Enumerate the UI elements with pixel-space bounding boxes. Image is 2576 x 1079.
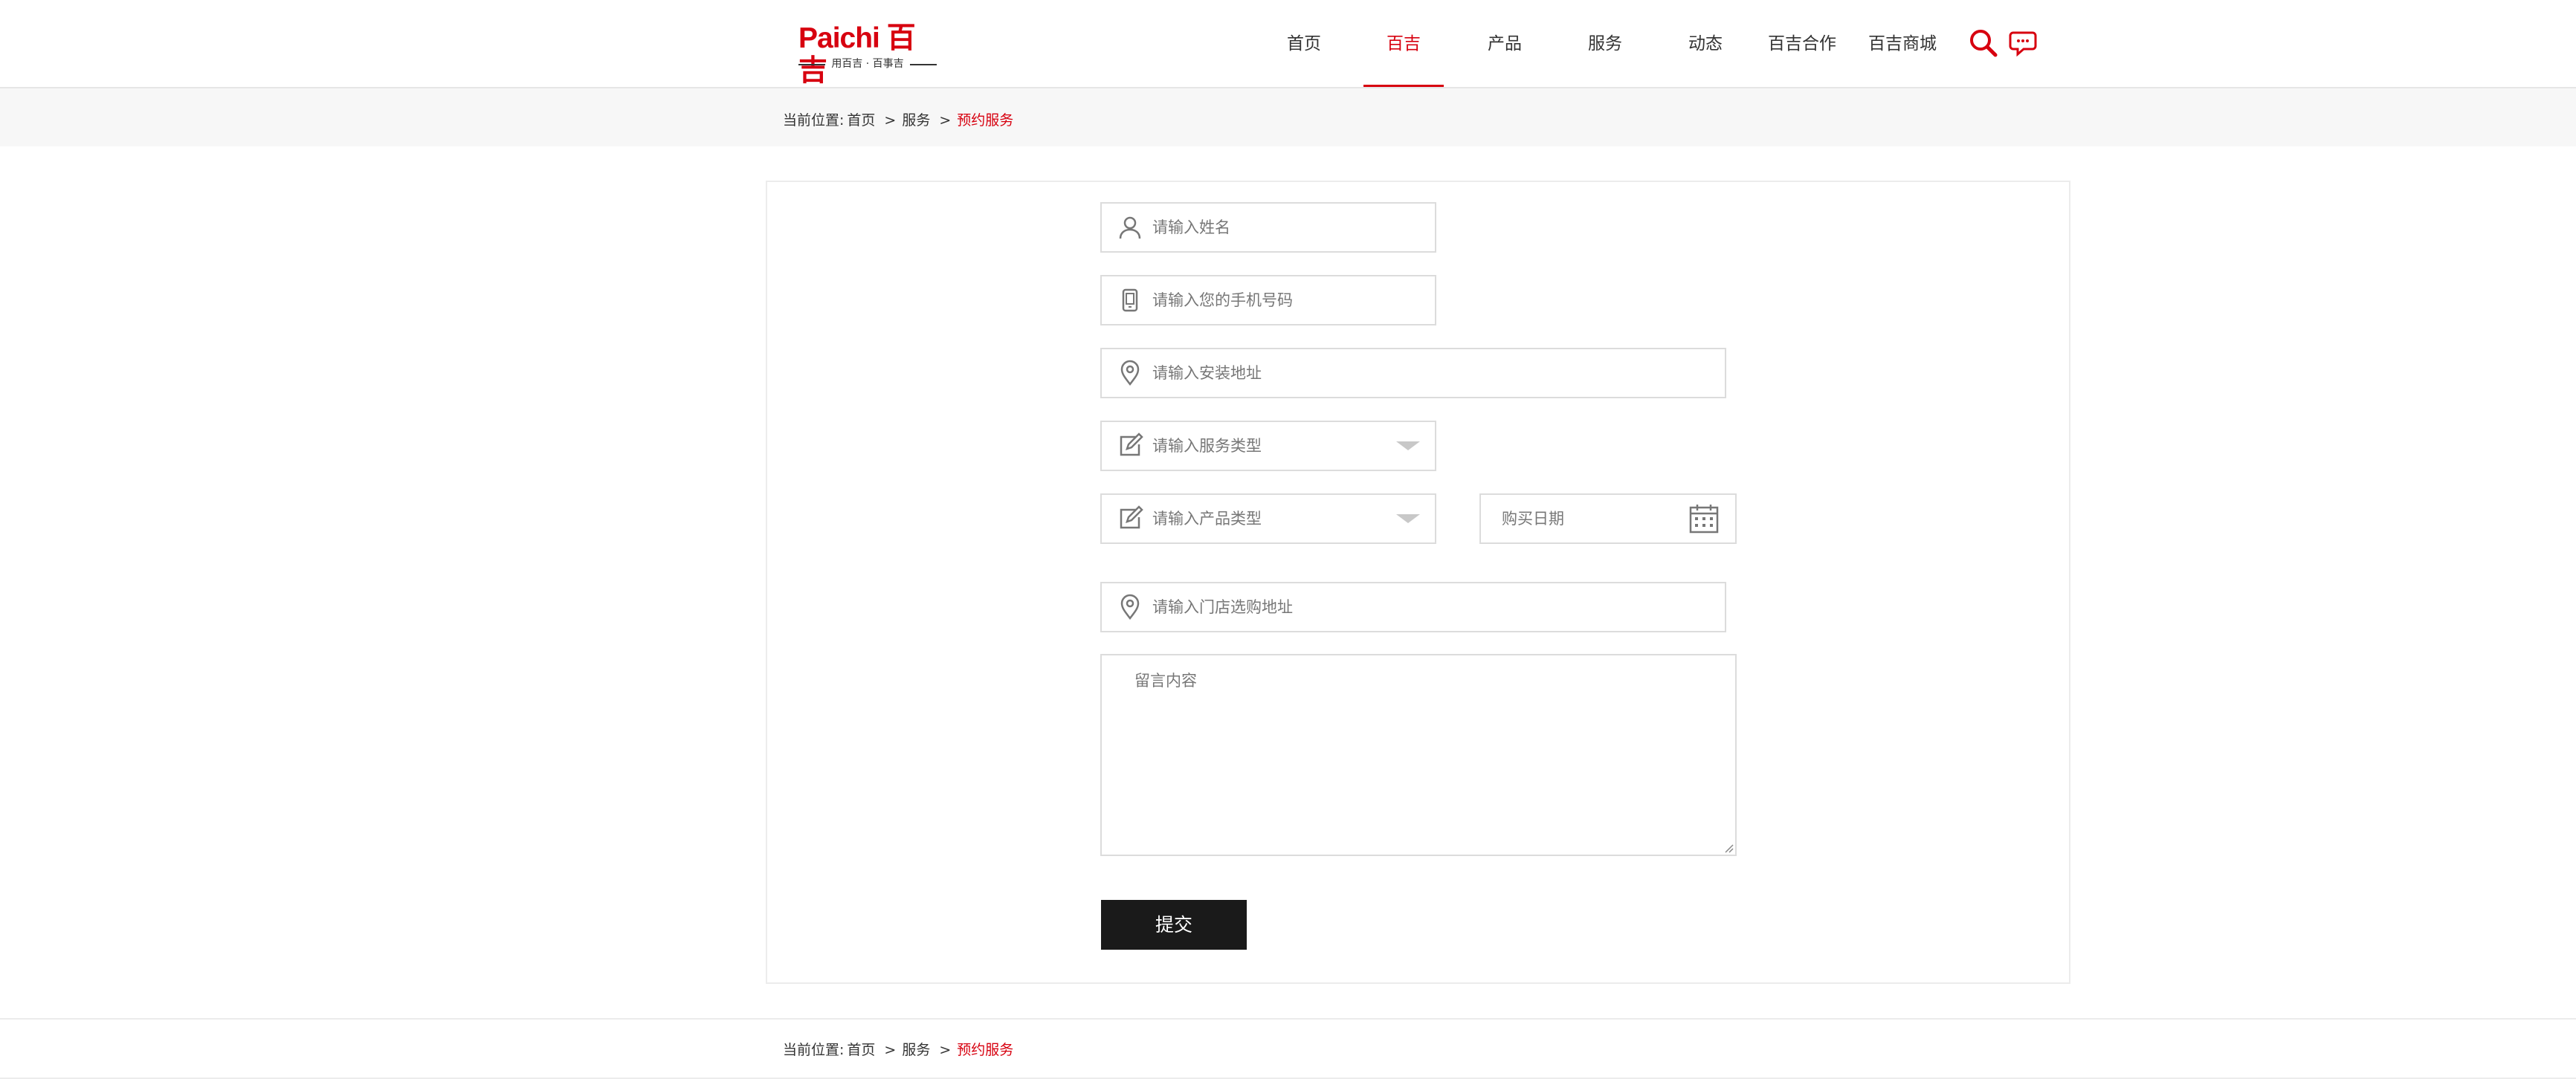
purchase-date-field[interactable]: 购买日期 (1479, 493, 1737, 544)
breadcrumb: 当前位置: 首页 > 服务 > 预约服务 (783, 1039, 1016, 1059)
location-pin-icon (1120, 360, 1140, 386)
phone-field[interactable]: 请输入您的手机号码 (1100, 275, 1436, 325)
message-placeholder: 留言内容 (1134, 672, 1197, 690)
phone-placeholder: 请输入您的手机号码 (1152, 291, 1293, 309)
resize-grip-icon[interactable] (1723, 843, 1734, 853)
service-type-select[interactable]: 请输入服务类型 (1100, 421, 1436, 471)
breadcrumb-current: 预约服务 (957, 112, 1014, 129)
install-address-field[interactable]: 请输入安装地址 (1100, 348, 1726, 398)
store-address-placeholder: 请输入门店选购地址 (1152, 598, 1293, 616)
breadcrumb-prefix: 当前位置: (783, 1042, 845, 1058)
search-icon[interactable] (1967, 27, 2000, 59)
logo-brand: Paichi 百吉 (798, 22, 916, 87)
location-pin-icon (1120, 594, 1140, 620)
breadcrumb-separator: > (939, 1042, 952, 1058)
chevron-down-icon (1396, 514, 1420, 523)
nav-item-news[interactable]: 动态 (1665, 0, 1746, 87)
install-address-placeholder: 请输入安装地址 (1152, 364, 1262, 382)
breadcrumb-current: 预约服务 (957, 1042, 1014, 1058)
nav-item-products[interactable]: 产品 (1465, 0, 1545, 87)
breadcrumb-separator: > (884, 112, 897, 129)
name-placeholder: 请输入姓名 (1152, 218, 1230, 236)
breadcrumb-separator: > (939, 112, 952, 129)
logo[interactable]: Paichi 百吉 用百吉 · 百事吉 (798, 22, 940, 87)
edit-icon (1120, 505, 1143, 529)
product-type-placeholder: 请输入产品类型 (1152, 510, 1262, 528)
nav-item-cooperation[interactable]: 百吉合作 (1762, 0, 1842, 87)
breadcrumb-bar: 当前位置: 首页 > 服务 > 预约服务 (0, 88, 2576, 146)
breadcrumb-home[interactable]: 首页 (847, 1042, 875, 1058)
chat-icon[interactable] (2009, 27, 2041, 59)
user-icon (1119, 216, 1141, 239)
mobile-phone-icon (1122, 288, 1138, 312)
breadcrumb-home[interactable]: 首页 (847, 112, 875, 129)
footer-breadcrumb-bar: 当前位置: 首页 > 服务 > 预约服务 (0, 1018, 2576, 1079)
breadcrumb-service[interactable]: 服务 (902, 1042, 930, 1058)
product-type-select[interactable]: 请输入产品类型 (1100, 493, 1436, 544)
purchase-date-placeholder: 购买日期 (1502, 510, 1564, 528)
store-address-field[interactable]: 请输入门店选购地址 (1100, 582, 1726, 632)
nav-item-mall[interactable]: 百吉商城 (1862, 0, 1943, 87)
service-type-placeholder: 请输入服务类型 (1152, 437, 1262, 455)
nav-item-home[interactable]: 首页 (1264, 0, 1344, 87)
name-field[interactable]: 请输入姓名 (1100, 202, 1436, 253)
breadcrumb-separator: > (884, 1042, 897, 1058)
submit-button[interactable]: 提交 (1101, 900, 1247, 950)
message-textarea[interactable]: 留言内容 (1100, 654, 1737, 856)
edit-icon (1120, 432, 1143, 456)
breadcrumb: 当前位置: 首页 > 服务 > 预约服务 (783, 109, 1016, 129)
site-header: Paichi 百吉 用百吉 · 百事吉 首页 百吉 产品 服务 动态 百吉合作 … (0, 0, 2576, 88)
logo-slogan: 用百吉 · 百事吉 (798, 58, 937, 70)
nav-item-paichi[interactable]: 百吉 (1363, 0, 1444, 87)
breadcrumb-service[interactable]: 服务 (902, 112, 930, 129)
calendar-icon[interactable] (1688, 502, 1720, 535)
nav-item-service[interactable]: 服务 (1565, 0, 1645, 87)
chevron-down-icon (1396, 441, 1420, 450)
breadcrumb-prefix: 当前位置: (783, 112, 845, 129)
